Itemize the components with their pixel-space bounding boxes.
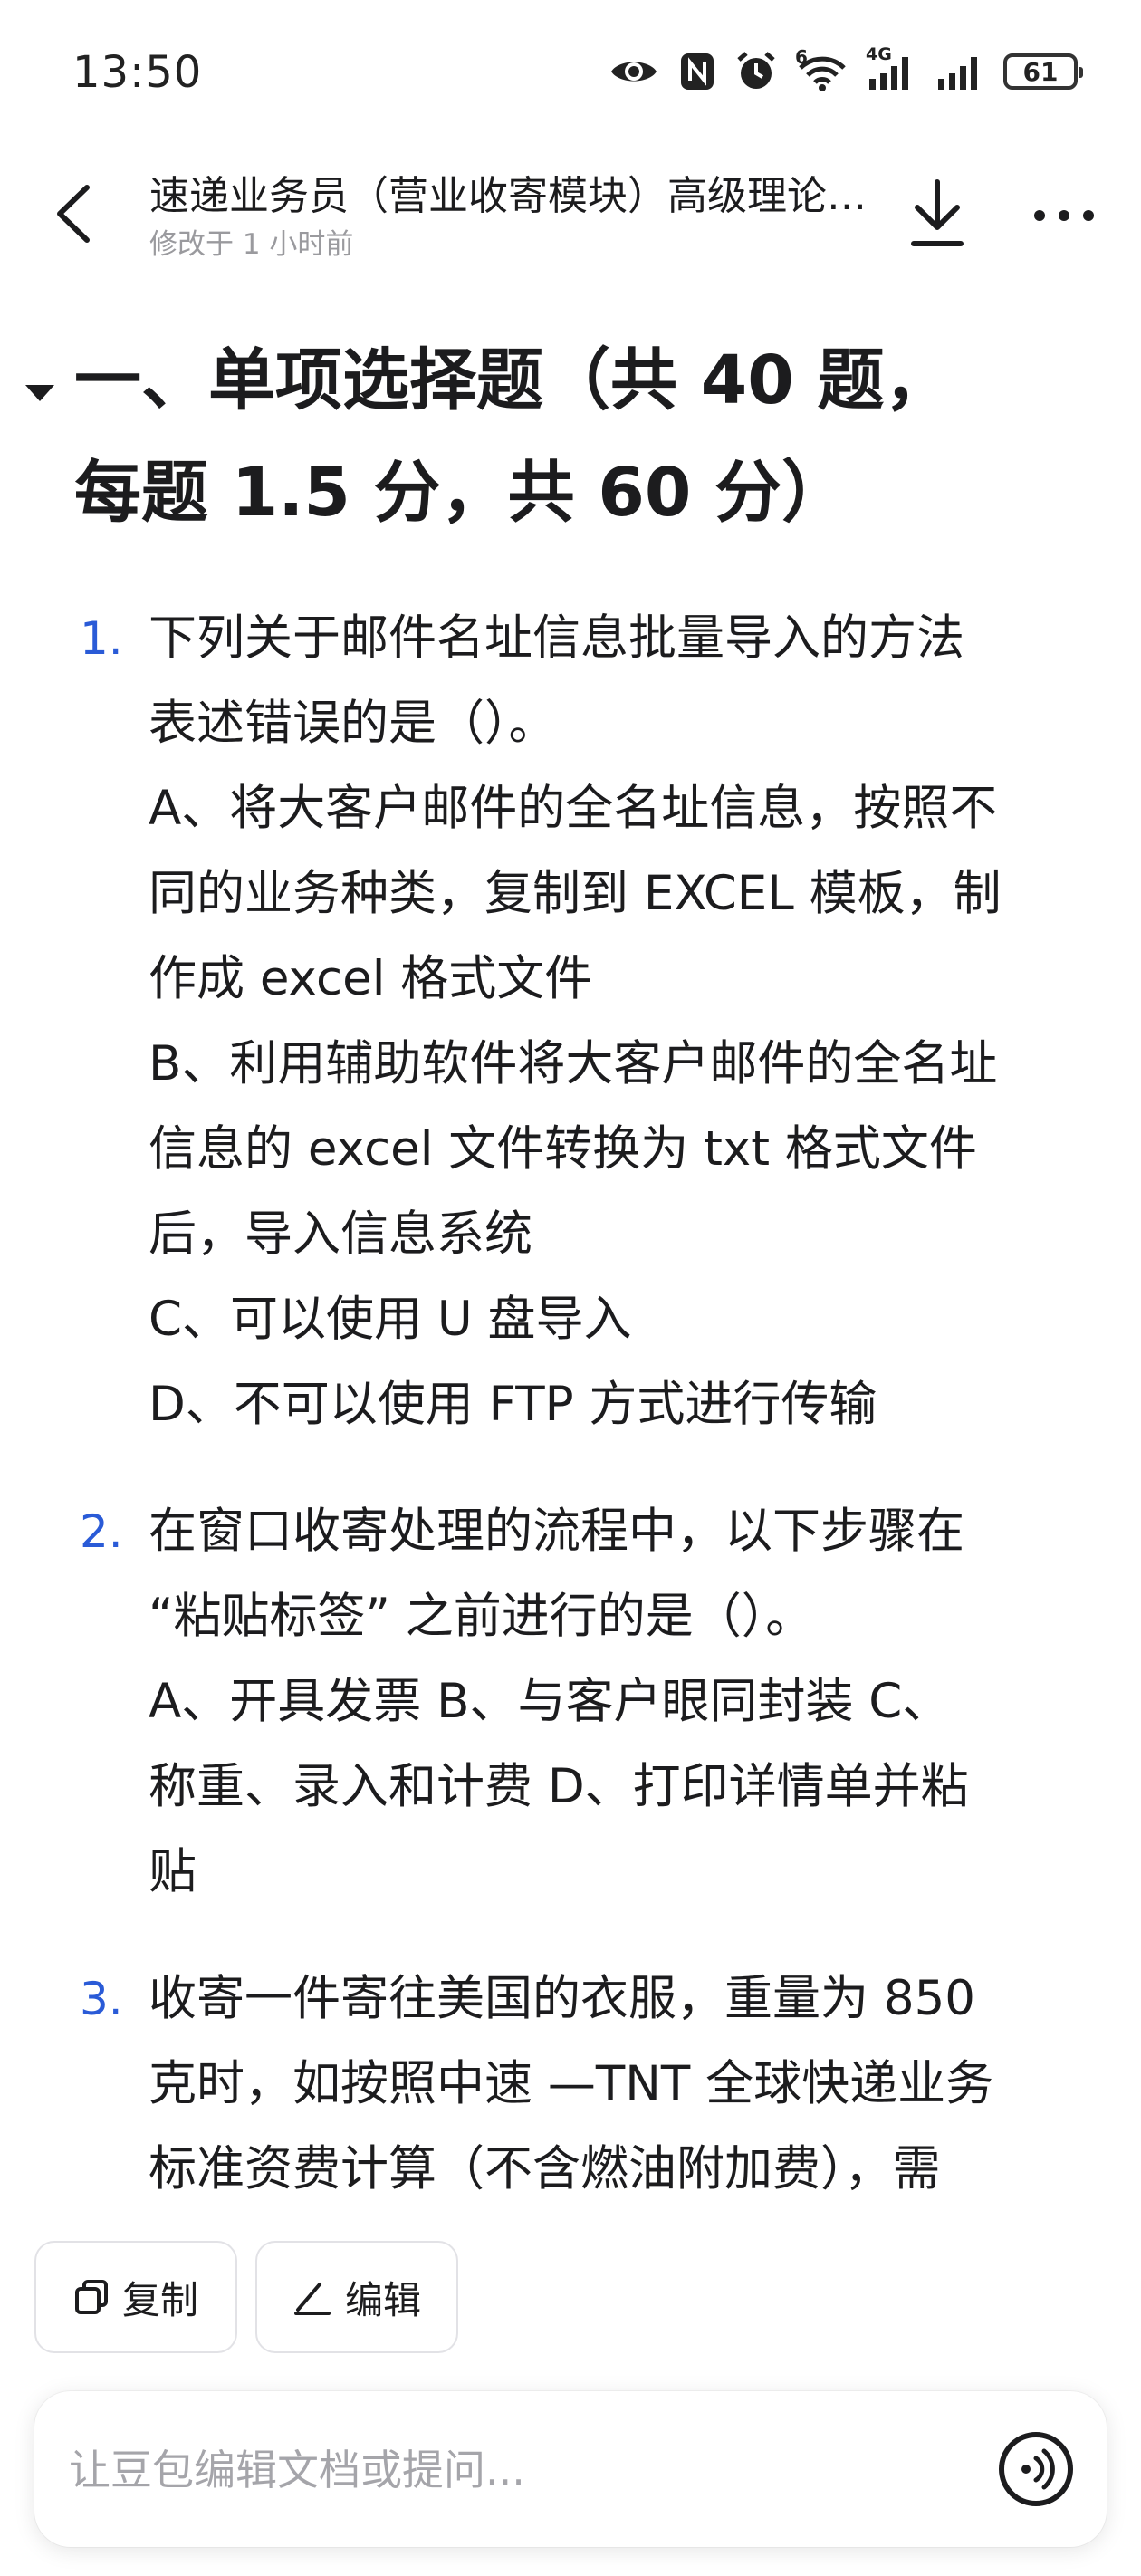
copy-button-label: 复制 bbox=[121, 2277, 198, 2322]
copy-icon bbox=[74, 2280, 108, 2314]
question-line: “粘贴标签” 之前进行的是（）。 bbox=[149, 1589, 814, 1644]
option-line: 称重、录入和计费 D、打印详情单并粘 bbox=[149, 1759, 969, 1814]
option-line: D、不可以使用 FTP 方式进行传输 bbox=[149, 1377, 877, 1432]
question-text: 收寄一件寄往美国的衣服，重量为 850 克时，如按照中速 —TNT 全球快递业务… bbox=[149, 1956, 1090, 2212]
network-badge: 4G bbox=[866, 44, 892, 64]
option-line: 后，导入信息系统 bbox=[149, 1206, 532, 1262]
option-line: A、将大客户邮件的全名址信息，按照不 bbox=[149, 781, 998, 836]
option-line: 作成 excel 格式文件 bbox=[149, 951, 593, 1006]
question-line: 在窗口收寄处理的流程中，以下步骤在 bbox=[149, 1504, 964, 1559]
status-icons: 6 4G 61 bbox=[609, 44, 1083, 96]
option-line: 贴 bbox=[149, 1844, 197, 1899]
pencil-icon bbox=[293, 2283, 331, 2315]
nfc-icon bbox=[679, 52, 715, 91]
battery-icon: 61 bbox=[1003, 53, 1083, 90]
document-modified-time: 修改于 1 小时前 bbox=[149, 228, 354, 261]
signal-4g-icon: 4G bbox=[866, 44, 916, 91]
option-line: B、利用辅助软件将大客户邮件的全名址 bbox=[149, 1036, 998, 1091]
document-title: 速递业务员（营业收寄模块）高级理论知识试卷 bbox=[149, 173, 883, 219]
option-line: A、开具发票 B、与客户眼同封装 C、 bbox=[149, 1674, 951, 1729]
question-number: 2. bbox=[80, 1505, 123, 1558]
caret-down-icon bbox=[25, 385, 54, 401]
back-icon bbox=[57, 185, 90, 243]
question-number: 1. bbox=[80, 612, 123, 665]
edit-button-label: 编辑 bbox=[344, 2277, 421, 2322]
question-number: 3. bbox=[80, 1973, 123, 2025]
option-line: C、可以使用 U 盘导入 bbox=[149, 1292, 632, 1347]
section-heading-line: 一、单项选择题（共 40 题， bbox=[74, 341, 952, 419]
chat-input-bar bbox=[34, 2391, 1107, 2547]
download-icon bbox=[911, 179, 964, 246]
document-header: 速递业务员（营业收寄模块）高级理论知识试卷 修改于 1 小时前 bbox=[0, 152, 1141, 279]
question-line: 克时，如按照中速 —TNT 全球快递业务 bbox=[149, 2056, 994, 2111]
question-text: 在窗口收寄处理的流程中，以下步骤在 “粘贴标签” 之前进行的是（）。 A、开具发… bbox=[149, 1489, 1090, 1915]
eye-icon bbox=[609, 53, 659, 90]
wifi-6-icon: 6 bbox=[795, 46, 848, 91]
copy-button[interactable]: 复制 bbox=[34, 2241, 237, 2353]
back-button[interactable] bbox=[45, 178, 100, 250]
question-line: 下列关于邮件名址信息批量导入的方法 bbox=[149, 610, 964, 666]
alarm-icon bbox=[735, 51, 777, 92]
download-button[interactable] bbox=[901, 168, 973, 259]
section-heading-line: 每题 1.5 分，共 60 分） bbox=[74, 454, 849, 532]
wifi-badge: 6 bbox=[795, 46, 808, 68]
question-line: 收寄一件寄往美国的衣服，重量为 850 bbox=[149, 1971, 976, 2026]
edit-button[interactable]: 编辑 bbox=[255, 2241, 458, 2353]
section-heading: 一、单项选择题（共 40 题， 每题 1.5 分，共 60 分） bbox=[74, 324, 1070, 549]
status-time: 13:50 bbox=[72, 47, 203, 98]
battery-level: 61 bbox=[1022, 56, 1059, 87]
option-line: 同的业务种类，复制到 EXCEL 模板，制 bbox=[149, 866, 1002, 921]
question-line: 标准资费计算（不含燃油附加费），需 bbox=[149, 2141, 941, 2196]
more-button[interactable] bbox=[1023, 179, 1105, 252]
question-text: 下列关于邮件名址信息批量导入的方法 表述错误的是（）。 A、将大客户邮件的全名址… bbox=[149, 596, 1090, 1447]
more-icon bbox=[1034, 210, 1094, 221]
ask-input[interactable] bbox=[67, 2427, 940, 2513]
signal-icon bbox=[936, 52, 983, 91]
heading-collapse-toggle[interactable] bbox=[20, 373, 60, 413]
voice-icon bbox=[999, 2432, 1073, 2506]
question-line: 表述错误的是（）。 bbox=[149, 696, 557, 751]
voice-input-button[interactable] bbox=[996, 2429, 1076, 2509]
option-line: 信息的 excel 文件转换为 txt 格式文件 bbox=[149, 1121, 977, 1177]
status-bar: 13:50 6 4G 61 bbox=[0, 0, 1141, 136]
